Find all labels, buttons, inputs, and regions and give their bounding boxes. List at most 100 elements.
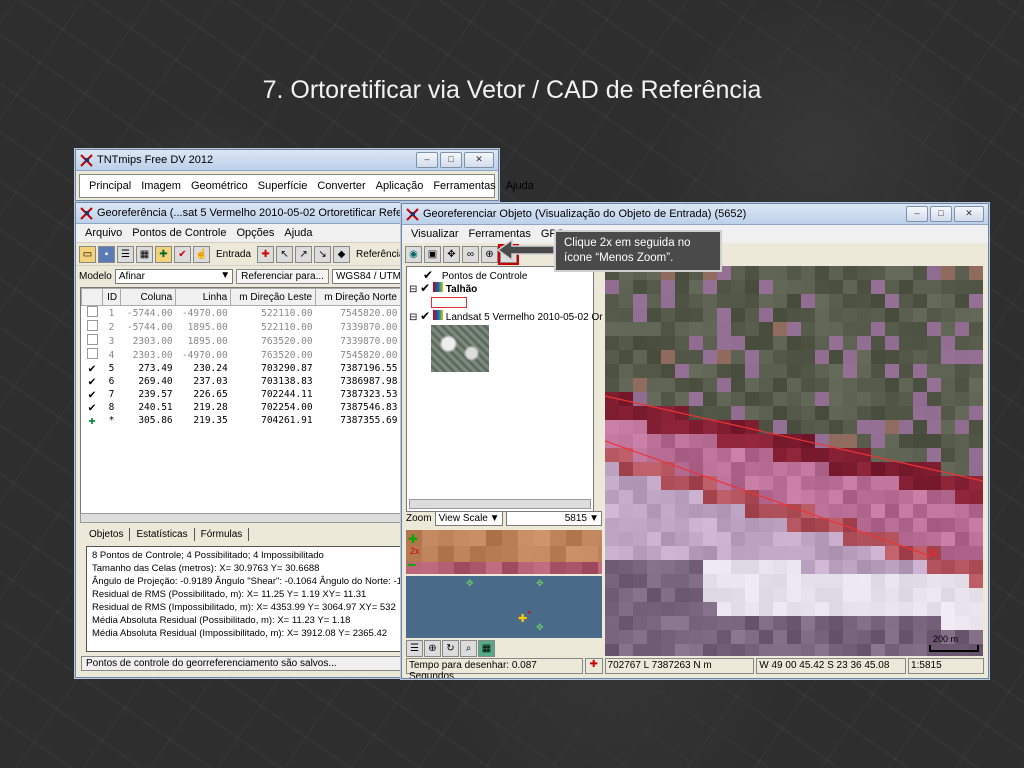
save-icon[interactable]: ▪ — [98, 245, 115, 263]
column-header[interactable]: Coluna — [120, 288, 177, 306]
column-header[interactable]: m Direção Leste — [230, 288, 317, 306]
search-icon[interactable]: ⌕ — [460, 640, 477, 657]
binoculars-icon[interactable]: ∞ — [462, 245, 479, 263]
horizontal-scrollbar[interactable] — [80, 513, 402, 523]
landsat-layer-row[interactable]: ⊟ ✔ Landsat 5 Vermelho 2010-05-02 Or — [409, 310, 603, 323]
list-icon[interactable]: ☰ — [406, 640, 423, 657]
table-row[interactable]: 4 2303.00 -4970.00 763520.00 7545820.00 — [82, 348, 401, 362]
table-row[interactable]: ✚ * 305.86 219.35 704261.91 7387355.69 — [82, 414, 401, 427]
tab-formulas[interactable]: Fórmulas — [195, 528, 250, 541]
table-row[interactable]: ✔ 6 269.40 237.03 703138.83 7386987.98 — [82, 375, 401, 388]
minimize-button[interactable]: – — [906, 206, 928, 222]
tntmips-menu-item[interactable]: Aplicação — [371, 180, 429, 192]
add-point-icon[interactable]: ✚ — [155, 245, 172, 263]
tntmips-menu-item[interactable]: Geométrico — [186, 180, 253, 192]
maximize-button[interactable]: □ — [930, 206, 952, 222]
tag-icon[interactable]: ◆ — [333, 245, 351, 263]
table-cell-col: 305.86 — [138, 415, 173, 426]
image-pixel — [518, 530, 534, 546]
table-row[interactable]: ✔ 5 273.49 230.24 703290.87 7387196.55 — [82, 362, 401, 375]
referenciar-button[interactable]: Referenciar para... — [236, 268, 329, 284]
tntmips-menu-item[interactable]: Principal — [84, 180, 136, 192]
table-row[interactable]: 3 2303.00 1895.00 763520.00 7339870.00 — [82, 334, 401, 348]
overview-map[interactable]: ✥ ✥ ✚ ▪ ✥ — [406, 576, 602, 638]
table-icon[interactable]: ▦ — [136, 245, 153, 263]
object-view-titlebar[interactable]: Georeferenciar Objeto (Visualização do O… — [402, 204, 988, 225]
minus-icon[interactable]: ━ — [408, 558, 415, 572]
tntmips-menu-item[interactable]: Ajuda — [501, 180, 539, 192]
checkmark-icon[interactable]: ✔ — [88, 374, 95, 388]
checkmark-icon[interactable]: ✔ — [420, 309, 430, 323]
crs-field[interactable]: WGS84 / UTM zo — [331, 268, 403, 284]
checkbox[interactable] — [86, 334, 98, 345]
modelo-value: Afinar — [118, 270, 145, 282]
list-icon[interactable]: ☰ — [117, 245, 134, 263]
zoom-mode-dropdown[interactable]: View Scale ▼ — [434, 511, 503, 526]
expand-icon[interactable]: ⊟ — [409, 284, 417, 295]
full-extent-icon[interactable]: ▣ — [424, 245, 441, 263]
georeferencia-titlebar[interactable]: Georeferência (...sat 5 Vermelho 2010-05… — [76, 203, 406, 224]
georeferencia-menu-item[interactable]: Arquivo — [80, 227, 127, 239]
entrada-tool-c-icon[interactable]: ↘ — [314, 245, 332, 263]
layer-panel-scrollbar[interactable] — [409, 499, 591, 509]
cursor-position-icon[interactable]: ✚ — [584, 658, 603, 674]
expand-icon[interactable]: ⊟ — [409, 312, 417, 323]
table-row[interactable]: 1 -5744.00 -4970.00 522110.00 7545820.00 — [82, 306, 401, 321]
checkbox[interactable] — [86, 306, 98, 317]
magnifier-view[interactable] — [406, 530, 602, 574]
checkmark-icon[interactable]: ✔ — [88, 387, 95, 401]
column-header[interactable]: m Direção Norte — [315, 288, 401, 306]
zoom-refresh-icon[interactable]: ↻ — [442, 640, 459, 657]
column-header[interactable]: ID — [101, 288, 122, 306]
table-row[interactable]: 2 -5744.00 1895.00 522110.00 7339870.00 — [82, 320, 401, 334]
zoom-value-field[interactable]: 5815 ▼ — [505, 511, 602, 526]
open-folder-icon[interactable]: ▭ — [79, 245, 96, 263]
entrada-tool-a-icon[interactable]: ↖ — [276, 245, 294, 263]
image-pixel — [438, 562, 454, 574]
zoom-in-icon[interactable]: ⊕ — [424, 640, 441, 657]
column-header[interactable]: Linha — [175, 288, 232, 306]
hand-icon[interactable]: ☝ — [193, 245, 210, 263]
entrada-tool-b-icon[interactable]: ↗ — [295, 245, 313, 263]
tab-objetos[interactable]: Objetos — [83, 528, 131, 541]
object-view-menu-item[interactable]: Visualizar — [406, 228, 464, 240]
checkbox[interactable] — [86, 320, 98, 331]
table-row[interactable]: ✔ 7 239.57 226.65 702244.11 7387323.53 — [82, 388, 401, 401]
maximize-button[interactable]: □ — [440, 152, 462, 168]
tntmips-menu-item[interactable]: Converter — [312, 180, 370, 192]
image-pixel — [502, 546, 518, 562]
tntmips-menu-item[interactable]: Superfície — [253, 180, 313, 192]
pan-icon[interactable]: ✥ — [443, 245, 460, 263]
object-view-statusbar: Tempo para desenhar: 0.087 Segundos ✚ 70… — [406, 658, 984, 678]
tntmips-menu-item[interactable]: Imagem — [136, 180, 186, 192]
close-button[interactable]: ✕ — [464, 152, 494, 168]
talhao-layer-row[interactable]: ⊟ ✔ Talhão — [409, 282, 477, 295]
georeferencia-menu-item[interactable]: Ajuda — [279, 227, 317, 239]
checkbox[interactable] — [86, 348, 98, 359]
close-button[interactable]: ✕ — [954, 206, 984, 222]
check-icon[interactable]: ✔ — [174, 245, 191, 263]
table-row[interactable]: ✔ 8 240.51 219.28 702254.00 7387546.83 — [82, 401, 401, 414]
table-cell-lin: 1895.00 — [187, 335, 228, 347]
checkmark-icon[interactable]: ✔ — [420, 281, 430, 295]
image-pixel — [454, 562, 470, 574]
report-line: Tamanho das Celas (metros): X= 30.9763 Y… — [92, 563, 320, 574]
checkmark-icon[interactable]: ✔ — [88, 400, 95, 414]
image-pixel — [454, 530, 470, 546]
modelo-dropdown[interactable]: Afinar ▼ — [114, 268, 234, 284]
georeferencia-toolbar: ▭ ▪ ☰ ▦ ✚ ✔ ☝ Entrada ✚ ↖ ↗ ↘ ◆ Referênc… — [76, 242, 406, 266]
tab-estatisticas[interactable]: Estatísticas — [130, 528, 195, 541]
globe-icon[interactable]: ◉ — [405, 245, 422, 263]
tntmips-menu-item[interactable]: Ferramentas — [428, 180, 500, 192]
georeferencia-menu-item[interactable]: Pontos de Controle — [127, 227, 231, 239]
tntmips-titlebar[interactable]: TNTmips Free DV 2012 – □ ✕ — [76, 150, 498, 171]
minimize-button[interactable]: – — [416, 152, 438, 168]
plus-icon[interactable]: ✚ — [408, 532, 418, 546]
checkmark-icon[interactable]: ✔ — [88, 361, 95, 375]
add-point-icon[interactable]: ✚ — [88, 413, 95, 427]
column-header-check[interactable] — [81, 288, 103, 306]
image-icon[interactable]: ▦ — [478, 640, 495, 657]
georeferencia-menu-item[interactable]: Opções — [231, 227, 279, 239]
control-points-layer-row[interactable]: ✔ Pontos de Controle — [423, 269, 527, 282]
entrada-add-icon[interactable]: ✚ — [257, 245, 275, 263]
